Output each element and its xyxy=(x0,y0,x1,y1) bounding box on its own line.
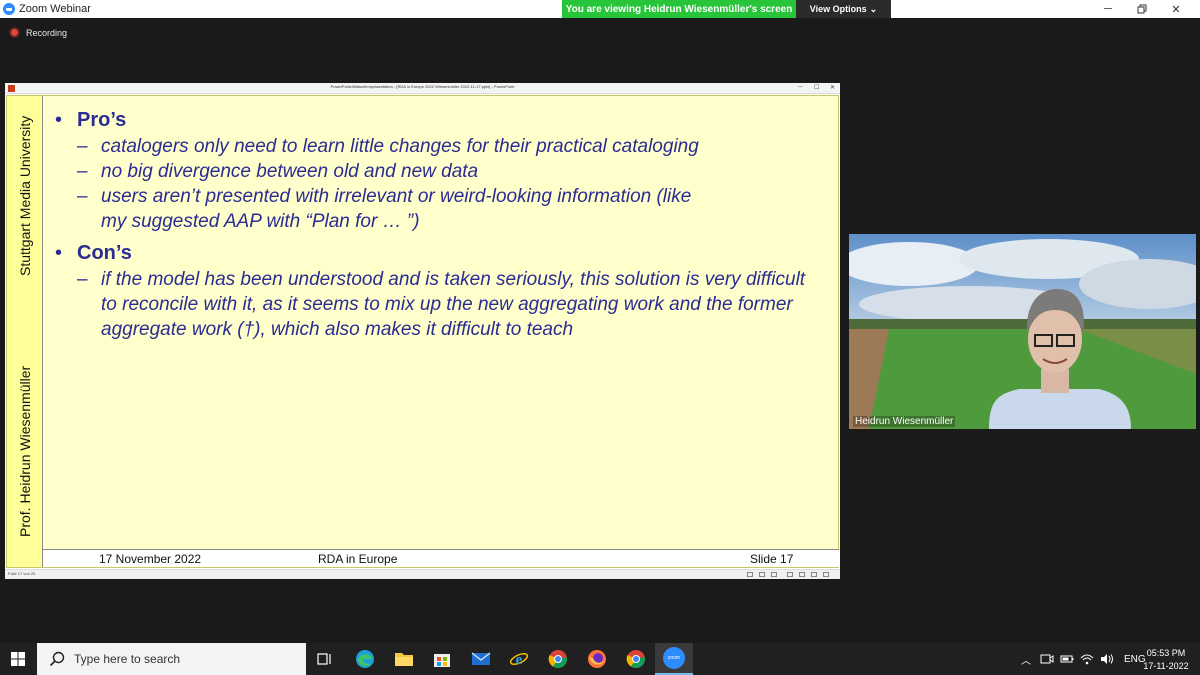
chevron-down-icon: ⌄ xyxy=(869,3,878,14)
list-item: – if the model has been understood and i… xyxy=(77,267,835,342)
start-button[interactable] xyxy=(0,643,36,675)
ppt-statusbar: Folie 17 von 20 xyxy=(5,569,840,579)
chrome-icon xyxy=(626,650,646,669)
taskbar-app-chrome-2[interactable] xyxy=(617,643,655,675)
taskbar-app-internet-explorer[interactable]: e xyxy=(500,643,538,675)
ppt-view-icon xyxy=(811,572,817,577)
list-item: – users aren’t presented with irrelevant… xyxy=(77,184,835,234)
store-icon xyxy=(434,654,450,667)
ppt-nav-icon xyxy=(771,572,777,577)
participant-name: Heidrun Wiesenmüller xyxy=(853,416,956,427)
battery-icon[interactable] xyxy=(1060,653,1074,665)
clock-date: 17-11-2022 xyxy=(1143,661,1189,671)
footer-date: 17 November 2022 xyxy=(99,552,202,566)
cons-heading-text: Con’s xyxy=(77,241,132,264)
pros-heading: • Pro’s xyxy=(55,106,835,134)
participant-video[interactable] xyxy=(849,234,1196,429)
chevron-up-icon[interactable]: ︿ xyxy=(1018,652,1034,667)
slide: Stuttgart Media University Prof. Heidrun… xyxy=(6,95,839,568)
mail-icon xyxy=(471,652,491,665)
ppt-titlebar: PowerPoint-Bildschirmpräsentation - [RDA… xyxy=(5,83,840,94)
dash-glyph: – xyxy=(77,161,88,182)
slide-footer: 17 November 2022 RDA in Europe Slide 17 xyxy=(43,549,839,567)
participant-video-feed xyxy=(849,234,1196,429)
ppt-nav-icon xyxy=(747,572,753,577)
svg-text:e: e xyxy=(516,652,523,668)
search-icon xyxy=(49,651,65,667)
slide-sidebar: Stuttgart Media University Prof. Heidrun… xyxy=(7,96,43,567)
taskbar-app-store[interactable] xyxy=(423,643,461,675)
ppt-slide-counter: Folie 17 von 20 xyxy=(8,571,36,576)
search-input[interactable] xyxy=(74,652,274,666)
restore-icon[interactable] xyxy=(1126,0,1158,18)
zoom-webinar-screen: Zoom Webinar You are viewing Heidrun Wie… xyxy=(0,0,1200,675)
cons-heading: • Con’s xyxy=(55,239,835,267)
ppt-close-icon: ✕ xyxy=(830,85,836,91)
view-options-label: View Options xyxy=(809,4,867,14)
bullet-glyph: • xyxy=(55,241,63,264)
network-icon[interactable] xyxy=(1080,653,1094,665)
taskbar-app-file-explorer[interactable] xyxy=(385,643,423,675)
taskbar-app-chrome[interactable] xyxy=(539,643,577,675)
footer-title: RDA in Europe xyxy=(318,552,398,566)
zoom-titlebar: Zoom Webinar You are viewing Heidrun Wie… xyxy=(0,0,1200,18)
ppt-window-title: PowerPoint-Bildschirmpräsentation - [RDA… xyxy=(330,84,515,89)
taskbar-search[interactable] xyxy=(37,643,306,675)
cons-item-1: if the model has been understood and is … xyxy=(101,269,806,340)
firefox-icon xyxy=(588,650,606,668)
zoom-icon: zoom xyxy=(663,647,685,669)
pros-item-2: no big divergence between old and new da… xyxy=(101,161,479,182)
sidebar-university: Stuttgart Media University xyxy=(17,115,33,277)
sidebar-author: Prof. Heidrun Wiesenmüller xyxy=(17,365,33,537)
task-view-icon xyxy=(317,653,331,665)
recording-icon xyxy=(9,27,20,38)
ppt-nav-icon xyxy=(759,572,765,577)
recording-label: Recording xyxy=(26,27,68,38)
taskbar-app-zoom[interactable]: zoom xyxy=(655,643,693,675)
pros-heading-text: Pro’s xyxy=(77,108,127,131)
viewing-banner: You are viewing Heidrun Wiesenmüller's s… xyxy=(562,0,796,18)
taskbar-app-firefox[interactable] xyxy=(578,643,616,675)
chrome-icon xyxy=(548,650,568,669)
dash-glyph: – xyxy=(77,186,88,207)
zoom-logo-icon xyxy=(3,3,15,15)
dash-glyph: – xyxy=(77,269,88,290)
taskbar-clock[interactable]: 05:53 PM 17-11-2022 xyxy=(1136,647,1196,673)
footer-slide-number: Slide 17 xyxy=(750,552,794,566)
volume-icon[interactable] xyxy=(1100,653,1114,665)
internet-explorer-icon: e xyxy=(509,652,529,668)
folder-icon xyxy=(395,653,413,666)
ppt-view-icon xyxy=(799,572,805,577)
taskbar: e zoom ︿ ENG 05:53 PM 17-11-2022 xyxy=(0,643,1200,675)
system-tray: ︿ ENG xyxy=(1018,643,1146,675)
shared-screen-powerpoint: PowerPoint-Bildschirmpräsentation - [RDA… xyxy=(5,83,840,579)
pros-item-3: users aren’t presented with irrelevant o… xyxy=(101,186,692,232)
ppt-minimize-icon: ─ xyxy=(798,84,803,90)
pros-item-1: catalogers only need to learn little cha… xyxy=(101,136,699,157)
minimize-icon[interactable]: ─ xyxy=(1092,0,1124,18)
windows-icon xyxy=(11,652,25,666)
list-item: – no big divergence between old and new … xyxy=(77,159,835,184)
taskbar-app-mail[interactable] xyxy=(462,643,500,675)
list-item: – catalogers only need to learn little c… xyxy=(77,134,835,159)
ppt-view-icon xyxy=(823,572,829,577)
bullet-glyph: • xyxy=(55,108,63,131)
close-icon[interactable]: ✕ xyxy=(1160,0,1192,18)
meet-now-icon[interactable] xyxy=(1040,653,1054,665)
clock-time: 05:53 PM xyxy=(1146,648,1186,658)
slide-content: • Pro’s – catalogers only need to learn … xyxy=(55,106,835,342)
recording-indicator[interactable]: Recording xyxy=(9,27,67,38)
dash-glyph: – xyxy=(77,136,88,157)
edge-icon xyxy=(356,650,374,668)
ppt-view-icon xyxy=(787,572,793,577)
taskbar-app-edge[interactable] xyxy=(346,643,384,675)
ppt-maximize-icon: ☐ xyxy=(814,85,820,91)
zoom-icon-label: zoom xyxy=(667,655,681,661)
task-view-button[interactable] xyxy=(306,643,344,675)
view-options-button[interactable]: View Options ⌄ xyxy=(796,0,891,18)
app-title: Zoom Webinar xyxy=(19,3,91,15)
